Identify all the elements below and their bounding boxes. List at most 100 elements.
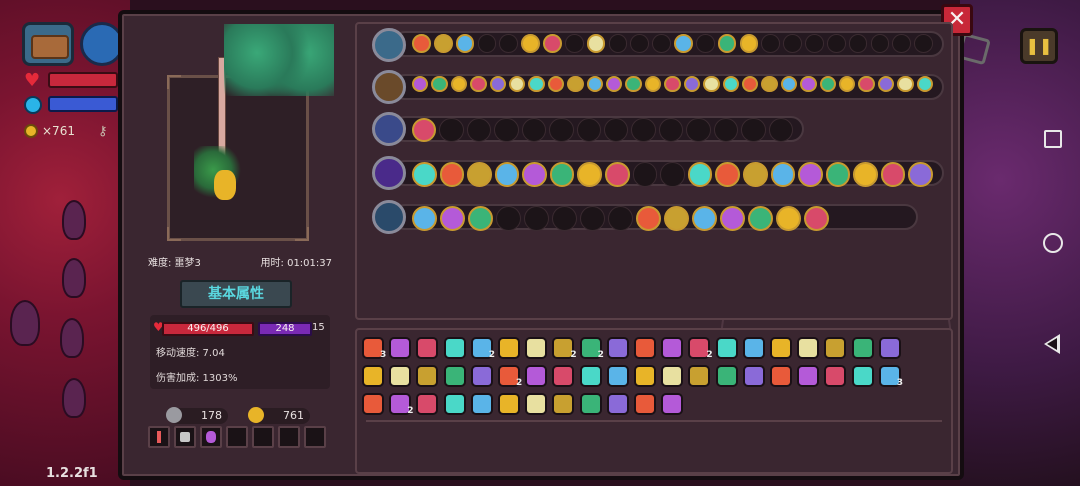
mod-slot[interactable] <box>805 34 824 53</box>
mod-slot[interactable] <box>564 34 584 53</box>
chest-weapon-icon[interactable] <box>372 28 406 62</box>
back-button[interactable] <box>1044 334 1060 354</box>
inventory-item[interactable] <box>498 393 520 415</box>
mod-slot[interactable] <box>770 162 796 187</box>
consumable-slot[interactable] <box>304 426 326 448</box>
mod-slot[interactable] <box>692 206 717 231</box>
mod-slot[interactable] <box>761 34 781 53</box>
inventory-item[interactable] <box>770 365 792 387</box>
inventory-item[interactable] <box>470 365 493 387</box>
mod-slot[interactable] <box>586 34 606 53</box>
mod-slot[interactable] <box>412 34 431 53</box>
mod-slot[interactable] <box>412 206 437 231</box>
mod-slot[interactable] <box>521 34 540 53</box>
inventory-item[interactable] <box>416 337 439 359</box>
mod-slot[interactable] <box>577 162 603 187</box>
consumable-slot[interactable] <box>252 426 274 448</box>
mod-slot[interactable] <box>741 118 766 143</box>
mod-slot[interactable] <box>858 76 875 93</box>
mod-slot[interactable] <box>761 76 778 93</box>
bone-staff-icon[interactable] <box>372 70 406 104</box>
mod-slot[interactable] <box>549 162 575 187</box>
mod-slot[interactable] <box>717 34 737 53</box>
mod-slot[interactable] <box>543 34 562 53</box>
inventory-item[interactable] <box>797 337 820 359</box>
pause-button[interactable]: ❚❚ <box>1020 28 1058 64</box>
mod-slot[interactable] <box>468 206 493 231</box>
consumable-slot[interactable] <box>174 426 196 448</box>
mod-slot[interactable] <box>433 34 453 53</box>
mod-slot[interactable] <box>783 34 802 53</box>
mod-slot[interactable] <box>549 118 574 143</box>
mod-slot[interactable] <box>687 162 713 187</box>
inventory-item[interactable] <box>742 365 765 387</box>
inventory-item[interactable] <box>525 393 548 415</box>
inventory-item[interactable] <box>606 337 629 359</box>
mod-slot[interactable] <box>494 162 520 187</box>
mod-slot[interactable] <box>605 162 630 187</box>
basic-attributes-button[interactable]: 基本属性 <box>180 280 292 308</box>
inventory-item[interactable] <box>416 393 439 415</box>
inventory-item[interactable] <box>851 365 874 387</box>
mod-slot[interactable] <box>496 206 521 231</box>
inventory-item[interactable] <box>443 393 466 415</box>
inventory-item[interactable] <box>824 365 847 387</box>
mod-slot[interactable] <box>431 76 448 93</box>
inventory-item[interactable] <box>661 393 684 415</box>
inventory-item[interactable] <box>742 337 765 359</box>
mod-slot[interactable] <box>580 206 605 231</box>
inventory-item[interactable] <box>606 365 629 387</box>
inventory-item[interactable] <box>389 365 412 387</box>
mod-slot[interactable] <box>686 118 711 143</box>
mod-slot[interactable] <box>848 34 868 53</box>
mod-slot[interactable] <box>455 34 475 53</box>
inventory-item[interactable] <box>579 393 602 415</box>
consumable-slot[interactable] <box>226 426 248 448</box>
inventory-item[interactable] <box>552 365 575 387</box>
inventory-item[interactable] <box>661 337 684 359</box>
inventory-item[interactable] <box>661 365 684 387</box>
mod-slot[interactable] <box>880 162 906 187</box>
mod-slot[interactable] <box>914 34 933 53</box>
inventory-item[interactable] <box>797 365 820 387</box>
mod-slot[interactable] <box>664 76 681 93</box>
mod-slot[interactable] <box>652 34 671 53</box>
mod-slot[interactable] <box>499 34 519 53</box>
inventory-item[interactable] <box>470 393 493 415</box>
inventory-item[interactable] <box>634 365 656 387</box>
inventory-item[interactable] <box>824 337 847 359</box>
mod-slot[interactable] <box>739 34 759 53</box>
mod-slot[interactable] <box>870 34 890 53</box>
inventory-item[interactable] <box>878 337 901 359</box>
inventory-item[interactable] <box>525 337 548 359</box>
inventory-item[interactable] <box>634 337 656 359</box>
mod-slot[interactable] <box>608 34 628 53</box>
mod-slot[interactable] <box>636 206 661 231</box>
mod-slot[interactable] <box>748 206 773 231</box>
inventory-item[interactable] <box>606 393 629 415</box>
mod-slot[interactable] <box>825 162 851 187</box>
consumable-slot[interactable] <box>148 426 170 448</box>
inventory-item[interactable] <box>715 337 738 359</box>
chest-icon[interactable] <box>22 22 74 66</box>
mod-slot[interactable] <box>908 162 933 187</box>
mod-slot[interactable] <box>798 162 823 187</box>
consumable-slot[interactable] <box>278 426 300 448</box>
inventory-item[interactable] <box>362 393 384 415</box>
mod-slot[interactable] <box>720 206 745 231</box>
purple-staff-icon[interactable] <box>372 156 406 190</box>
mod-slot[interactable] <box>776 206 801 231</box>
recent-apps-button[interactable] <box>1044 130 1062 148</box>
inventory-item[interactable] <box>579 365 602 387</box>
mod-slot[interactable] <box>524 206 549 231</box>
mod-slot[interactable] <box>477 34 497 53</box>
mod-slot[interactable] <box>703 76 720 93</box>
inventory-item[interactable] <box>851 337 874 359</box>
ice-staff-icon[interactable] <box>372 200 406 234</box>
crystal-sword-icon[interactable] <box>372 112 406 146</box>
mod-slot[interactable] <box>664 206 689 231</box>
consumable-slot[interactable] <box>200 426 222 448</box>
home-button[interactable] <box>1043 233 1063 253</box>
inventory-item[interactable] <box>552 393 575 415</box>
mod-slot[interactable] <box>897 76 914 93</box>
